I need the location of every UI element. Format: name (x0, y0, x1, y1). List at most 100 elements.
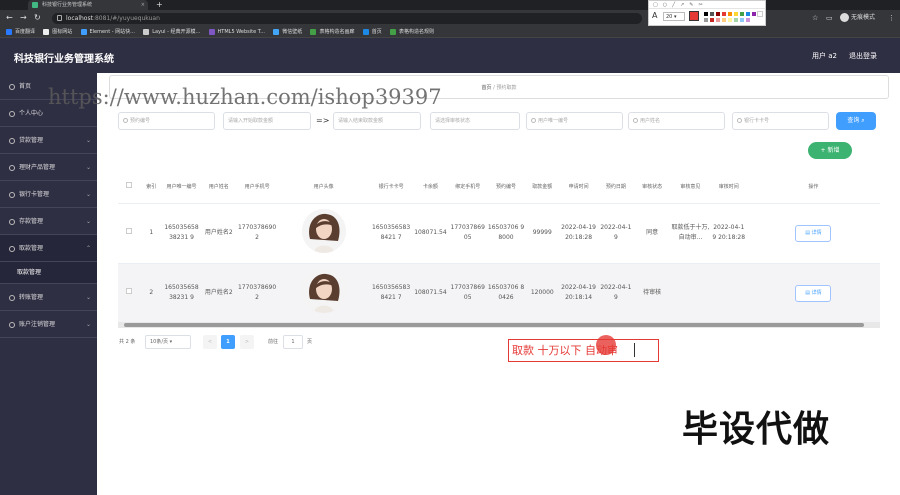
query-button[interactable]: 查询 ⌕ (836, 112, 876, 130)
chevron-down-icon: ⌄ (85, 294, 91, 301)
checkbox[interactable] (126, 288, 133, 294)
bookmark-item[interactable]: 表格构造名规则 (389, 26, 434, 37)
bookmark-label: 百度翻译 (15, 29, 36, 35)
cell-bound-phone: 17703786905 (448, 203, 487, 264)
placeholder: 用户姓名 (640, 118, 661, 124)
search-icon: ⌕ (861, 117, 865, 124)
cell-opinion: 取款低于十万,自动审... (670, 203, 711, 264)
column-header: 用户头像 (277, 171, 370, 204)
current-page[interactable]: 1 (221, 335, 235, 349)
cell-avatar (277, 203, 370, 264)
column-header: 预约日期 (597, 171, 634, 204)
current-color-swatch[interactable] (689, 11, 699, 21)
menu-icon (9, 191, 15, 198)
logout-link[interactable]: 退出登录 (849, 51, 877, 61)
bookmark-item[interactable]: Layui - 经典开源模... (143, 26, 200, 37)
close-tab-icon[interactable]: × (141, 0, 145, 10)
sidebar-subitem-withdrawal-management[interactable]: 取款管理 (0, 262, 97, 284)
cell-opinion (670, 263, 711, 324)
bookmark-item[interactable]: 表格构造名画廊 (310, 26, 354, 37)
menu-icon (9, 218, 15, 225)
bookmark-item[interactable]: 首页 (362, 26, 382, 37)
profile-button[interactable]: 无痕模式 (840, 12, 875, 24)
cell-phone: 17703786902 (236, 203, 278, 264)
new-tab-button[interactable]: + (156, 0, 163, 10)
bookmark-label: Element - 网站快... (89, 29, 135, 35)
color-palette[interactable] (703, 11, 763, 23)
add-button[interactable]: + 新增 (808, 142, 852, 159)
app-header: 科技银行业务管理系统 用户 a2 退出登录 (0, 39, 900, 73)
max-amount-input[interactable]: 请输入结束取款金额 (333, 112, 421, 130)
chevron-down-icon: ⌄ (85, 137, 91, 144)
forward-icon[interactable]: → (20, 13, 27, 23)
review-status-select[interactable]: 请选择审核状态 (430, 112, 520, 130)
select-all-header[interactable] (118, 171, 141, 204)
total-count: 共 2 条 (119, 339, 136, 345)
annotation-textbox[interactable]: 取款 十万以下 自动审 (508, 339, 659, 362)
bookmark-item[interactable]: HTML5 Website T... (208, 26, 265, 37)
bookmark-star-icon[interactable]: ☆ (812, 13, 818, 23)
menu-icon (9, 137, 15, 144)
checkbox[interactable] (126, 182, 133, 189)
cell-apply-time: 2022-04-19 20:18:14 (559, 263, 598, 324)
tab-search-icon[interactable]: ▭ (826, 13, 833, 23)
horizontal-scrollbar[interactable] (118, 322, 880, 328)
annotation-tools-row[interactable]: ▢○╱↗✎✂ (649, 1, 765, 9)
layui-icon (143, 28, 150, 35)
chevron-down-icon: ⌄ (85, 164, 91, 171)
cell-phone: 17703786902 (236, 263, 278, 324)
detail-button[interactable]: ▤ 详情 (795, 284, 832, 302)
goto-page-input[interactable]: 1 (283, 335, 303, 349)
min-amount-input[interactable]: 请输入开始取款金额 (223, 112, 311, 130)
order-number-input[interactable]: 预约编号 (118, 112, 215, 130)
bookmark-item[interactable]: Element - 网站快... (80, 26, 135, 37)
sidebar-item-loans[interactable]: 贷款管理 ⌄ (0, 127, 97, 154)
search-icon (633, 118, 638, 123)
placeholder: 用户唯一编号 (538, 118, 569, 124)
user-id-input[interactable]: 用户唯一编号 (526, 112, 623, 130)
bookmark-label: HTML5 Website T... (217, 29, 265, 35)
cell-index: 1 (140, 203, 163, 264)
sidebar-item-deposits[interactable]: 存款管理 ⌄ (0, 208, 97, 235)
sidebar-item-bank-cards[interactable]: 银行卡管理 ⌄ (0, 181, 97, 208)
app-title: 科技银行业务管理系统 (14, 54, 114, 65)
row-select[interactable] (118, 203, 141, 264)
card-number-input[interactable]: 银行卡卡号 (732, 112, 829, 130)
cell-user-id: 16503565838231 9 (162, 263, 201, 324)
placeholder: 银行卡卡号 (744, 118, 770, 124)
cell-actions: ▤ 详情 (746, 203, 880, 264)
query-label: 查询 (847, 117, 860, 124)
cell-order-number: 16503706 80426 (486, 263, 526, 324)
bookmark-item[interactable]: 百度翻译 (6, 26, 36, 37)
scrollbar-thumb[interactable] (124, 323, 864, 327)
user-name-input[interactable]: 用户姓名 (628, 112, 725, 130)
sidebar-item-account-closure[interactable]: 账户注销管理 ⌄ (0, 311, 97, 338)
breadcrumb-home[interactable]: 首页 (482, 85, 492, 91)
font-icon[interactable]: A (652, 11, 657, 20)
sidebar-item-wealth-products[interactable]: 理财产品管理 ⌄ (0, 154, 97, 181)
sidebar-item-withdrawals[interactable]: 取款管理 ⌃ (0, 235, 97, 262)
placeholder: 请输入开始取款金额 (228, 118, 274, 124)
reload-icon[interactable]: ↻ (34, 13, 41, 23)
cell-date: 2022-04-19 (597, 203, 634, 264)
browser-tab[interactable]: 科技银行业务管理系统 × (28, 0, 148, 10)
table-row: 2 16503565838231 9 用户姓名2 17703786902 165… (118, 263, 880, 324)
info-icon (57, 15, 62, 21)
cell-review-time (710, 263, 747, 324)
column-header: 操作 (746, 171, 880, 204)
url-input[interactable]: localhost:8081/#/yuyuequkuan (52, 13, 642, 24)
menu-dots-icon[interactable]: ⋮ (888, 13, 895, 23)
sidebar-item-transfers[interactable]: 转账管理 ⌄ (0, 284, 97, 311)
checkbox[interactable] (126, 228, 133, 234)
bookmark-item[interactable]: 微信壁纸 (273, 26, 302, 37)
back-icon[interactable]: ← (6, 13, 13, 23)
page-size-select[interactable]: 10条/页 ▾ (145, 335, 191, 349)
cell-balance: 108071.54 (412, 203, 449, 264)
prev-page-button[interactable]: < (203, 335, 217, 349)
bookmark-item[interactable]: 图标网站 (43, 26, 72, 37)
row-select[interactable] (118, 263, 141, 324)
font-size-select[interactable]: 20 ▾ (663, 12, 685, 21)
sidebar: 首页 个人中心 贷款管理 ⌄ 理财产品管理 ⌄ 银行卡管理 ⌄ 存款管理 ⌄ 取款管理 ⌃… (0, 73, 97, 495)
detail-button[interactable]: ▤ 详情 (795, 224, 832, 242)
next-page-button[interactable]: > (240, 335, 254, 349)
